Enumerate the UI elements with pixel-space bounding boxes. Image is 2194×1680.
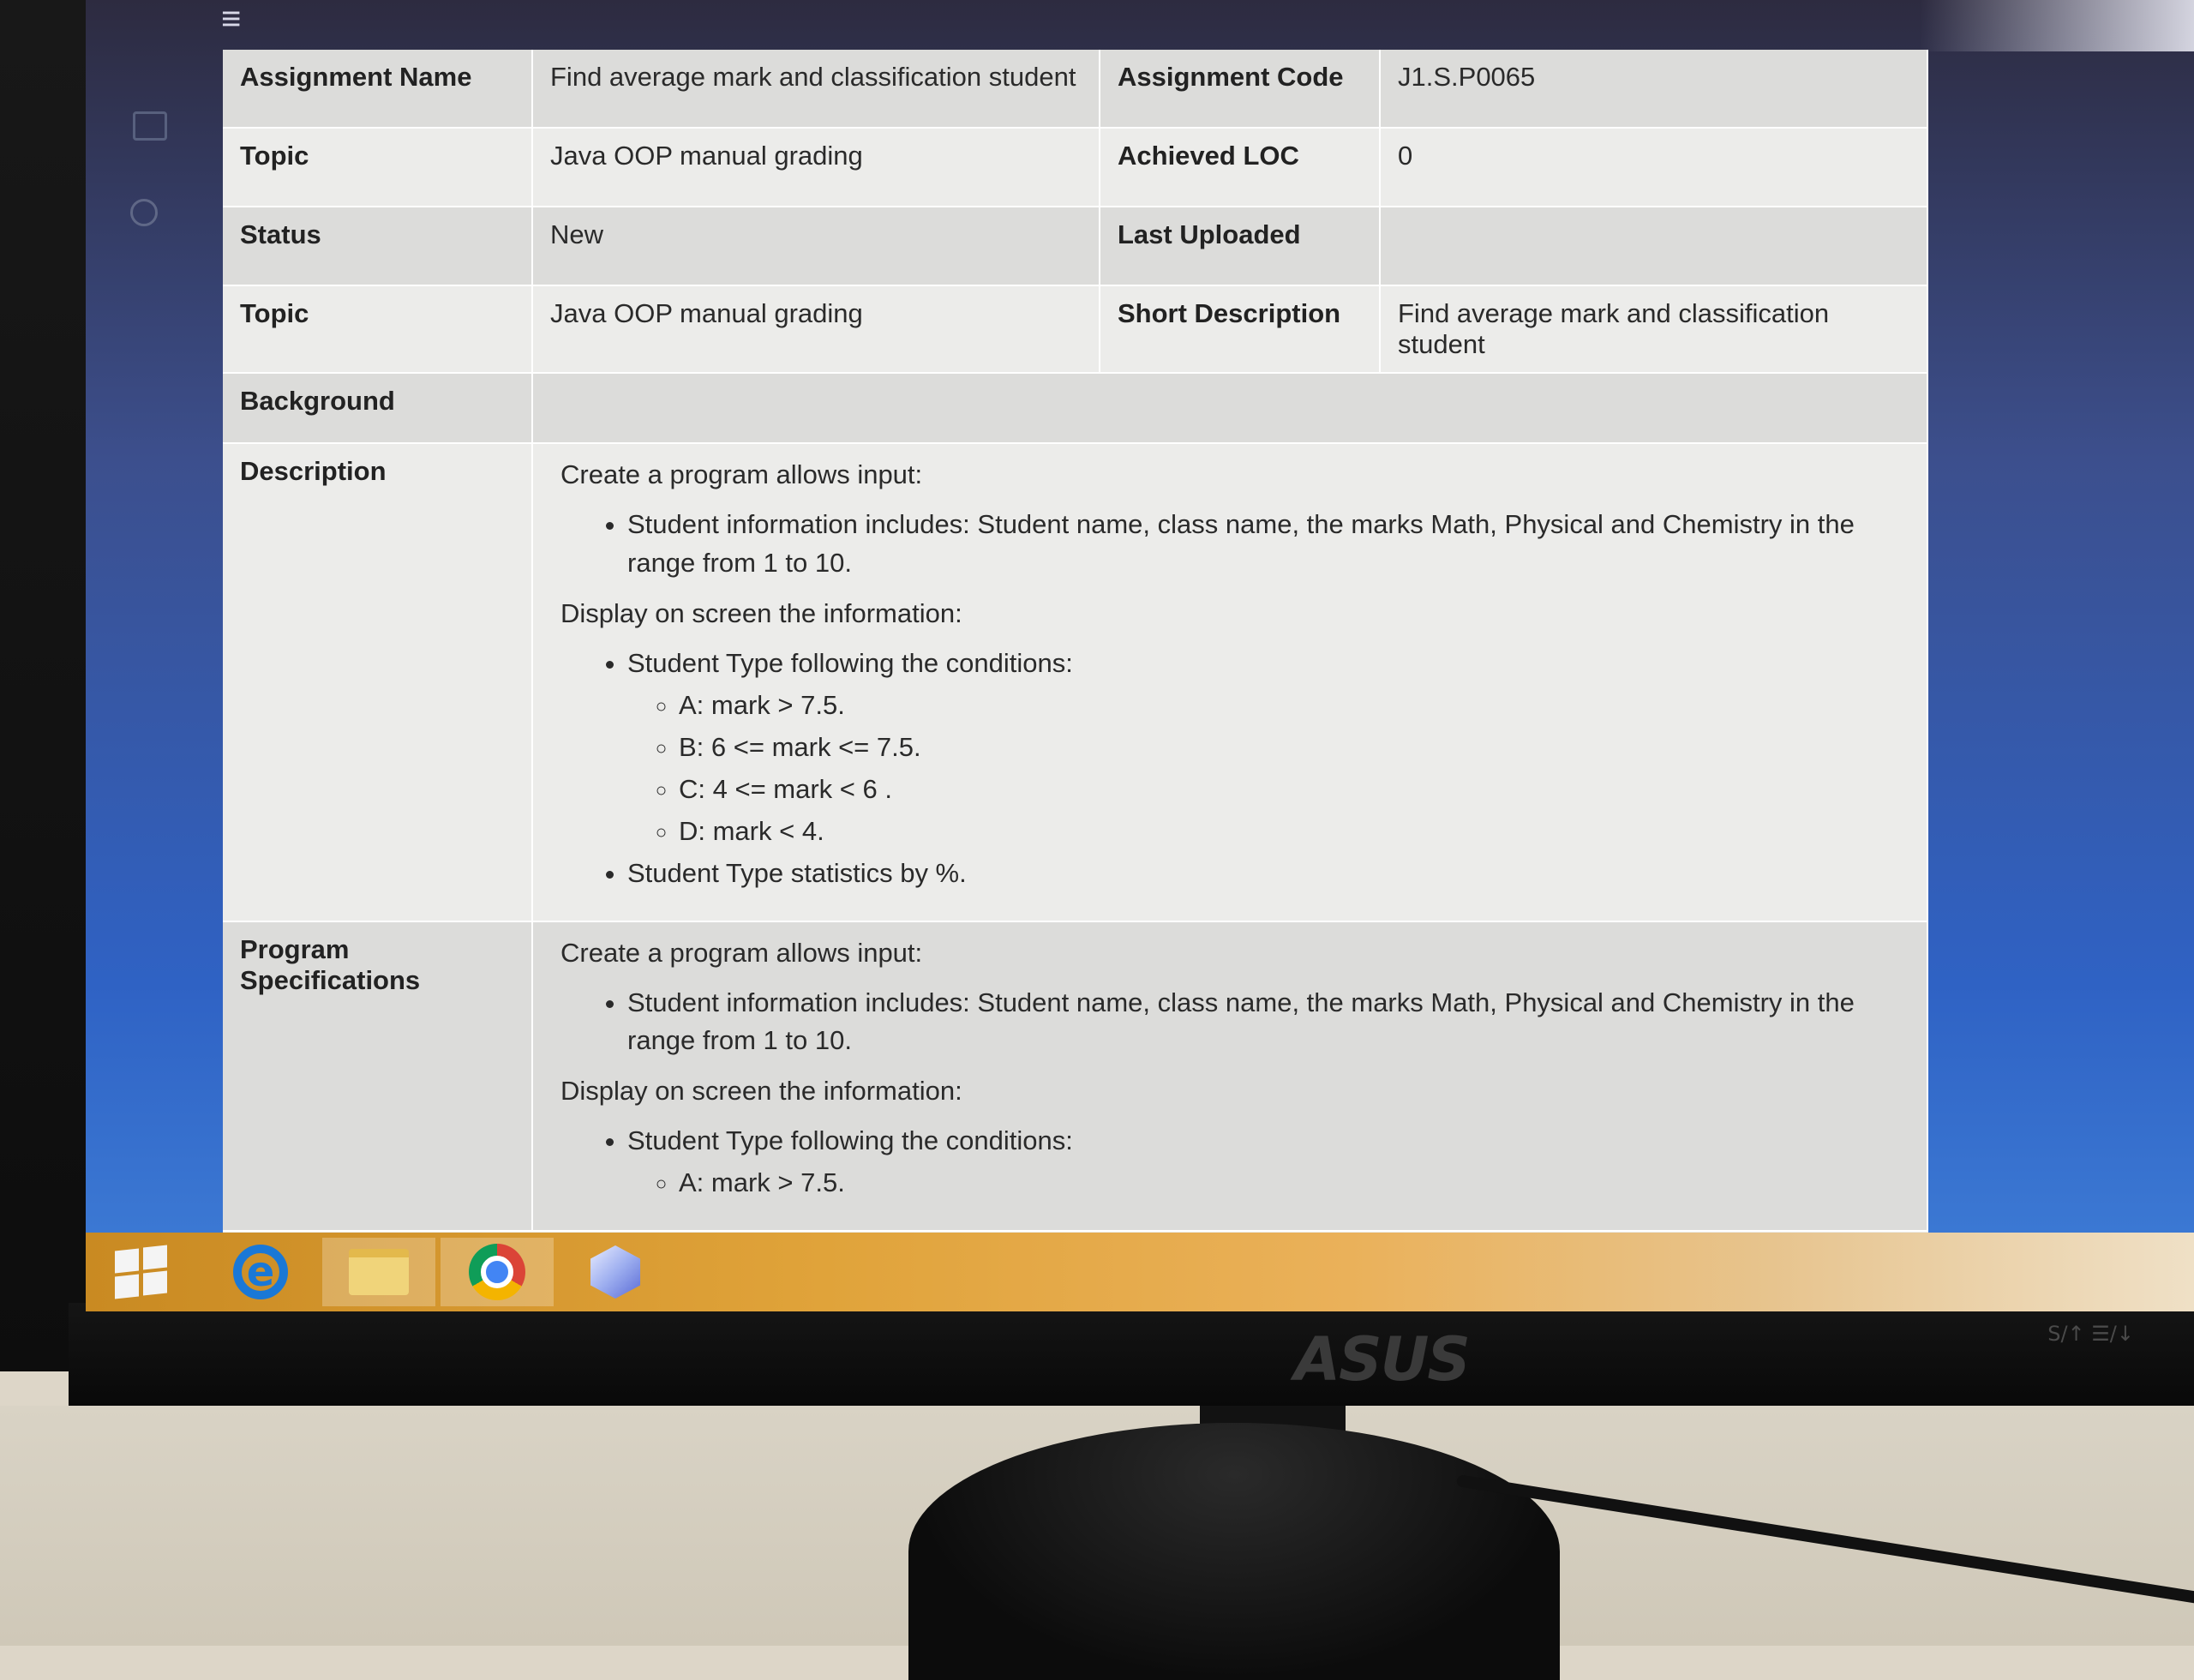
specifications-type-list: Student Type following the conditions: A… bbox=[550, 1122, 1909, 1203]
description-input-list: Student information includes: Student na… bbox=[550, 506, 1909, 583]
list-item: Student Type following the conditions: A… bbox=[627, 645, 1909, 851]
screen-glare bbox=[1920, 0, 2194, 51]
specifications-display-intro: Display on screen the information: bbox=[560, 1076, 962, 1107]
topic-label: Topic bbox=[223, 128, 533, 207]
assignment-info-table: Assignment Name Find average mark and cl… bbox=[223, 50, 1928, 1233]
short-description-label: Short Description bbox=[1100, 285, 1381, 374]
list-item: Student Type statistics by %. bbox=[627, 855, 1909, 893]
background-value bbox=[532, 373, 1928, 444]
type-heading: Student Type following the conditions: bbox=[627, 647, 1073, 678]
chrome-icon[interactable] bbox=[441, 1238, 554, 1306]
assignment-code-label: Assignment Code bbox=[1100, 50, 1381, 129]
last-uploaded-value bbox=[1380, 207, 1928, 286]
program-specifications-label: Program Specifications bbox=[223, 921, 533, 1233]
short-description-value: Find average mark and classification stu… bbox=[1380, 285, 1928, 374]
list-item: Student Type following the conditions: A… bbox=[627, 1122, 1909, 1203]
list-item: A: mark > 7.5. bbox=[679, 1164, 1909, 1203]
table-row: Description Create a program allows inpu… bbox=[223, 443, 1928, 922]
monitor-stand-base bbox=[908, 1423, 1560, 1680]
hamburger-icon[interactable]: ≡ bbox=[221, 0, 241, 39]
monitor-brand-logo: ASUS bbox=[1294, 1324, 1471, 1395]
circle-icon[interactable] bbox=[130, 199, 158, 226]
conditions-list: A: mark > 7.5. B: 6 <= mark <= 7.5. C: 4… bbox=[627, 687, 1909, 851]
last-uploaded-label: Last Uploaded bbox=[1100, 207, 1381, 286]
screen: ≡ Assignment Name Find average mark and … bbox=[86, 0, 2194, 1311]
list-item: C: 4 <= mark < 6 . bbox=[679, 771, 1909, 809]
table-row: Status New Last Uploaded bbox=[223, 207, 1928, 286]
specifications-intro: Create a program allows input: bbox=[560, 937, 923, 968]
assignment-name-label: Assignment Name bbox=[223, 50, 533, 129]
list-item: D: mark < 4. bbox=[679, 813, 1909, 851]
topic-value: Java OOP manual grading bbox=[532, 285, 1100, 374]
description-display-intro: Display on screen the information: bbox=[560, 597, 962, 628]
internet-explorer-icon[interactable]: e bbox=[204, 1238, 317, 1306]
windows-start-icon[interactable] bbox=[86, 1238, 199, 1306]
table-row: Assignment Name Find average mark and cl… bbox=[223, 50, 1928, 129]
achieved-loc-value: 0 bbox=[1380, 128, 1928, 207]
monitor-hardware-buttons[interactable]: S/↑ ☰/↓ bbox=[2047, 1322, 2134, 1346]
list-item: Student information includes: Student na… bbox=[627, 506, 1909, 583]
specifications-input-list: Student information includes: Student na… bbox=[550, 984, 1909, 1061]
table-row: Topic Java OOP manual grading Short Desc… bbox=[223, 285, 1928, 374]
list-item: A: mark > 7.5. bbox=[679, 687, 1909, 725]
taskbar: e bbox=[86, 1233, 2194, 1311]
assignment-name-value: Find average mark and classification stu… bbox=[532, 50, 1100, 129]
monitor-chin bbox=[69, 1303, 2194, 1406]
window-icon[interactable] bbox=[133, 111, 167, 141]
topic-label: Topic bbox=[223, 285, 533, 374]
status-label: Status bbox=[223, 207, 533, 286]
list-item: Student information includes: Student na… bbox=[627, 984, 1909, 1061]
assignment-code-value: J1.S.P0065 bbox=[1380, 50, 1928, 129]
status-value: New bbox=[532, 207, 1100, 286]
list-item: B: 6 <= mark <= 7.5. bbox=[679, 729, 1909, 767]
description-content: Create a program allows input: Student i… bbox=[532, 443, 1928, 922]
assignment-detail-page: Assignment Name Find average mark and cl… bbox=[223, 50, 1928, 1241]
achieved-loc-label: Achieved LOC bbox=[1100, 128, 1381, 207]
file-explorer-icon[interactable] bbox=[322, 1238, 435, 1306]
table-row: Program Specifications Create a program … bbox=[223, 921, 1928, 1233]
table-row: Topic Java OOP manual grading Achieved L… bbox=[223, 128, 1928, 207]
table-row: Background bbox=[223, 373, 1928, 444]
conditions-list: A: mark > 7.5. bbox=[627, 1164, 1909, 1203]
description-intro: Create a program allows input: bbox=[560, 459, 923, 489]
type-heading: Student Type following the conditions: bbox=[627, 1125, 1073, 1156]
topic-value: Java OOP manual grading bbox=[532, 128, 1100, 207]
program-specifications-content: Create a program allows input: Student i… bbox=[532, 921, 1928, 1233]
virtualbox-cube-icon[interactable] bbox=[559, 1238, 672, 1306]
description-type-list: Student Type following the conditions: A… bbox=[550, 645, 1909, 893]
background-label: Background bbox=[223, 373, 533, 444]
description-label: Description bbox=[223, 443, 533, 922]
